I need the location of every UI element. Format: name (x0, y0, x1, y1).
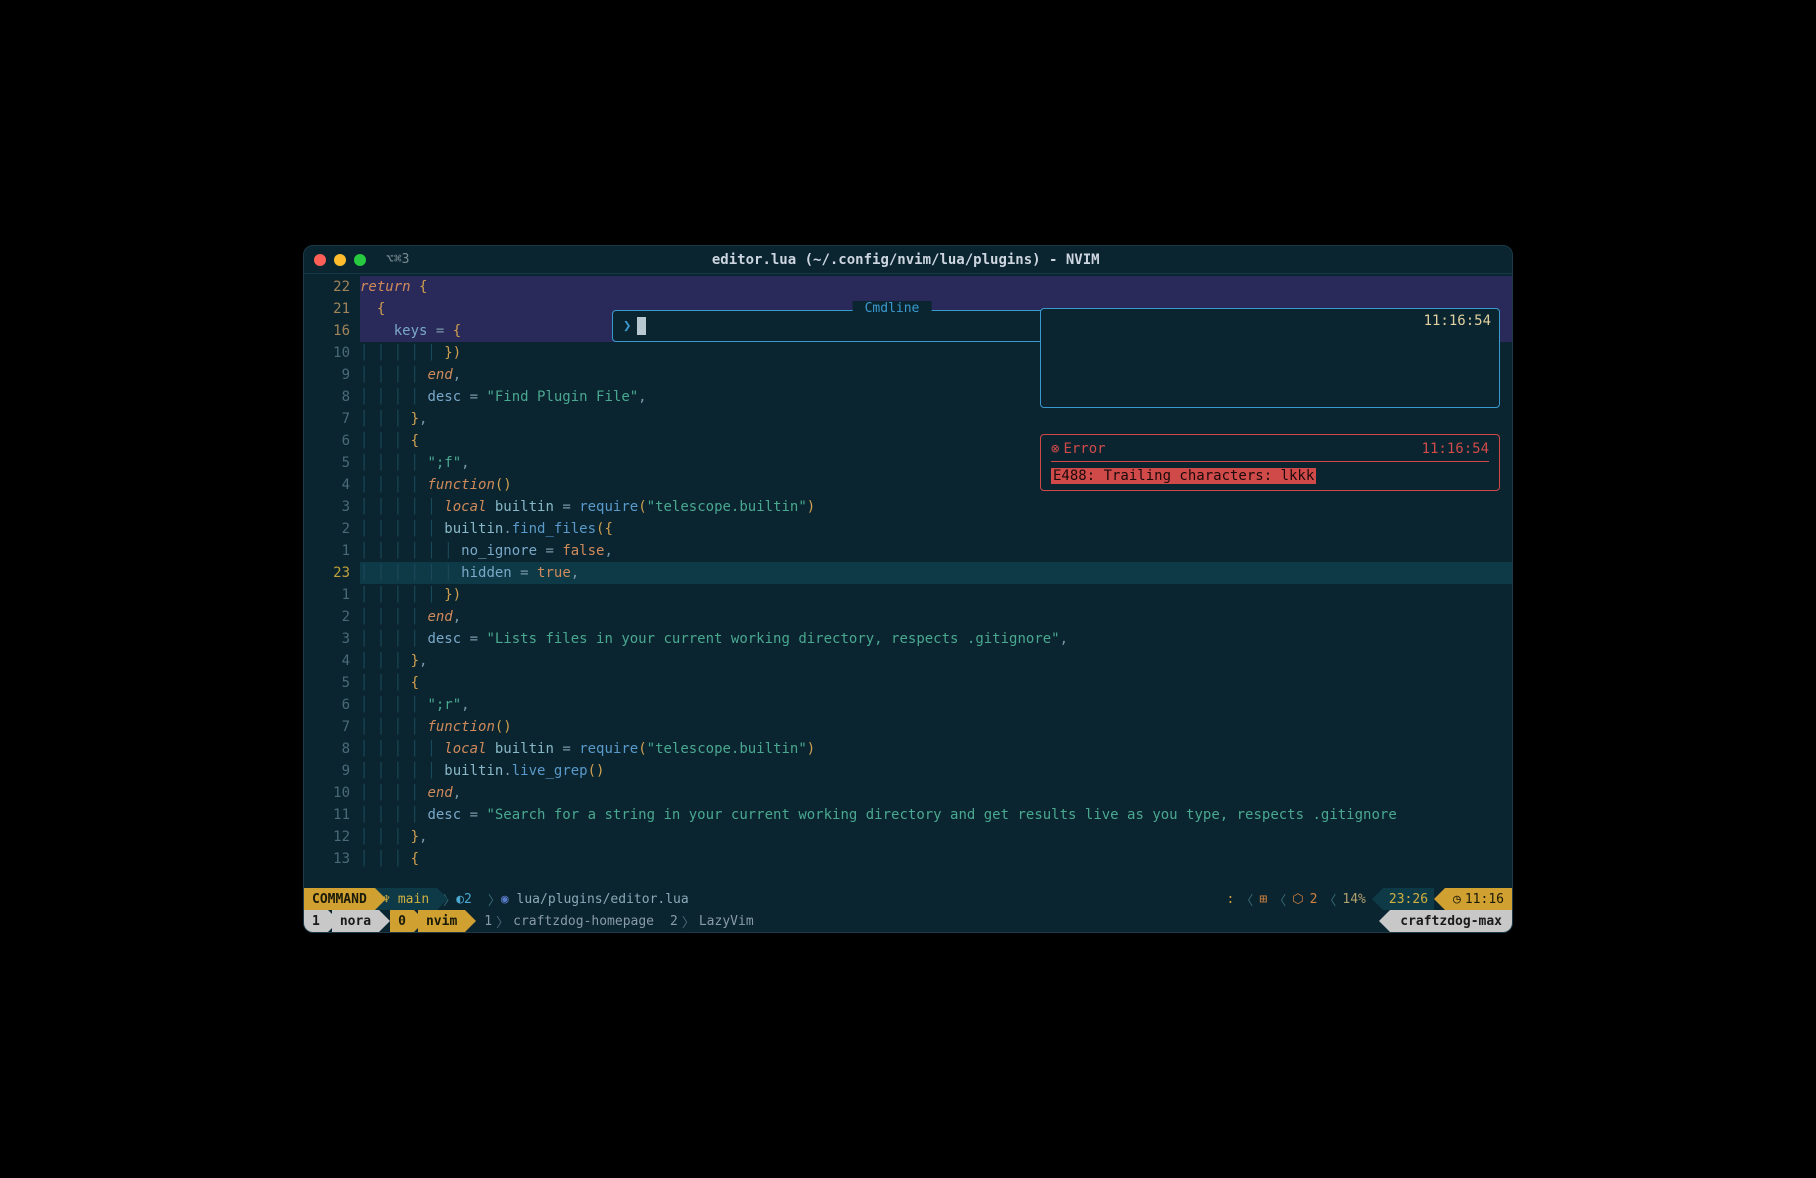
line-number: 9 (304, 760, 350, 782)
maximize-icon[interactable] (354, 254, 366, 266)
titlebar: ⌥⌘3 editor.lua (~/.config/nvim/lua/plugi… (304, 246, 1512, 274)
traffic-lights (314, 254, 366, 266)
code-line[interactable]: │ │ │ }, (360, 826, 1512, 848)
line-number: 5 (304, 452, 350, 474)
line-number: 12 (304, 826, 350, 848)
cmdline-prompt-icon: ❯ (623, 318, 631, 334)
statusline-right: : 〈 ⊞ 〈 2 〈 14% (1221, 888, 1372, 910)
code-line[interactable]: │ │ │ │ │ local builtin = require("teles… (360, 496, 1512, 518)
tmux-statusline: 1 nora 0 nvim 1 〉 craftzdog-homepage 2 〉… (304, 910, 1512, 932)
lua-icon (501, 892, 509, 907)
tmux-host: craftzdog-max (1390, 910, 1512, 932)
code-line[interactable]: │ │ │ │ function() (360, 716, 1512, 738)
line-number: 5 (304, 672, 350, 694)
code-line[interactable]: return { (360, 276, 1512, 298)
code-line[interactable]: │ │ │ │ │ │ no_ignore = false, (360, 540, 1512, 562)
notification-info: 11:16:54 (1040, 308, 1500, 408)
cmdline-title: Cmdline (853, 301, 932, 316)
line-number: 10 (304, 342, 350, 364)
tmux-window-active-index[interactable]: 0 (390, 910, 414, 932)
window-title: editor.lua (~/.config/nvim/lua/plugins) … (409, 252, 1402, 268)
code-line[interactable]: │ │ │ │ end, (360, 782, 1512, 804)
line-number: 7 (304, 716, 350, 738)
code-line[interactable]: │ │ │ │ end, (360, 606, 1512, 628)
editor[interactable]: 222116109876543212312345678910111213 ret… (304, 274, 1512, 888)
line-number: 7 (304, 408, 350, 430)
error-time: 11:16:54 (1422, 441, 1489, 457)
line-number: 4 (304, 474, 350, 496)
line-number: 3 (304, 496, 350, 518)
line-number: 13 (304, 848, 350, 870)
line-number: 1 (304, 540, 350, 562)
window-shortcut-indicator: ⌥⌘3 (386, 252, 409, 267)
line-number-gutter: 222116109876543212312345678910111213 (304, 274, 360, 888)
line-number: 3 (304, 628, 350, 650)
tmux-session-name[interactable]: nora (332, 910, 379, 932)
tmux-window-active-name[interactable]: nvim (418, 910, 465, 932)
code-line[interactable]: │ │ │ │ │ builtin.live_grep() (360, 760, 1512, 782)
line-number: 21 (304, 298, 350, 320)
line-number: 4 (304, 650, 350, 672)
code-line[interactable]: │ │ │ }, (360, 650, 1512, 672)
mode-indicator: COMMAND (304, 888, 375, 910)
code-line[interactable]: │ │ │ { (360, 672, 1512, 694)
cmdline-cursor (637, 317, 646, 335)
clock: 11:16 (1445, 888, 1512, 910)
code-line[interactable]: │ │ │ }, (360, 408, 1512, 430)
hint-icon: ◐ (456, 892, 464, 907)
line-number: 6 (304, 430, 350, 452)
copilot-icon: ⊞ (1259, 892, 1267, 907)
code-line[interactable]: │ │ │ │ │ local builtin = require("teles… (360, 738, 1512, 760)
terminal-window: ⌥⌘3 editor.lua (~/.config/nvim/lua/plugi… (303, 245, 1513, 933)
clock-icon (1453, 892, 1461, 907)
line-number: 8 (304, 738, 350, 760)
error-title: ⊗ Error (1051, 441, 1106, 457)
code-line[interactable]: │ │ │ │ desc = "Lists files in your curr… (360, 628, 1512, 650)
error-icon: ⊗ (1051, 441, 1059, 457)
scroll-percent: 14% (1342, 892, 1365, 907)
filepath: 〉 lua/plugins/editor.lua (480, 888, 697, 910)
line-number: 2 (304, 518, 350, 540)
notification-error: ⊗ Error 11:16:54 E488: Trailing characte… (1040, 434, 1500, 491)
close-icon[interactable] (314, 254, 326, 266)
code-line[interactable]: │ │ │ │ │ builtin.find_files({ (360, 518, 1512, 540)
line-number: 9 (304, 364, 350, 386)
statusline: COMMAND main 〉 ◐ 2 〉 lua/plugins/editor.… (304, 888, 1512, 910)
code-line[interactable]: │ │ │ │ │ }) (360, 584, 1512, 606)
minimize-icon[interactable] (334, 254, 346, 266)
error-message: E488: Trailing characters: lkkk (1051, 468, 1316, 484)
tmux-window-1[interactable]: 1 〉 craftzdog-homepage (476, 910, 662, 932)
code-line[interactable]: │ │ │ │ ";r", (360, 694, 1512, 716)
package-icon (1292, 892, 1303, 907)
line-number: 1 (304, 584, 350, 606)
cursor-position: 23:26 (1383, 888, 1434, 910)
tmux-session-index[interactable]: 1 (304, 910, 328, 932)
notification-time: 11:16:54 (1424, 313, 1491, 329)
line-number: 11 (304, 804, 350, 826)
code-line[interactable]: │ │ │ │ │ │ hidden = true, (360, 562, 1512, 584)
line-number: 23 (304, 562, 350, 584)
line-number: 10 (304, 782, 350, 804)
line-number: 6 (304, 694, 350, 716)
code-line[interactable]: │ │ │ │ desc = "Search for a string in y… (360, 804, 1512, 826)
line-number: 2 (304, 606, 350, 628)
line-number: 8 (304, 386, 350, 408)
code-line[interactable]: │ │ │ { (360, 848, 1512, 870)
line-number: 22 (304, 276, 350, 298)
tmux-window-2[interactable]: 2 〉 LazyVim (662, 910, 762, 932)
line-number: 16 (304, 320, 350, 342)
